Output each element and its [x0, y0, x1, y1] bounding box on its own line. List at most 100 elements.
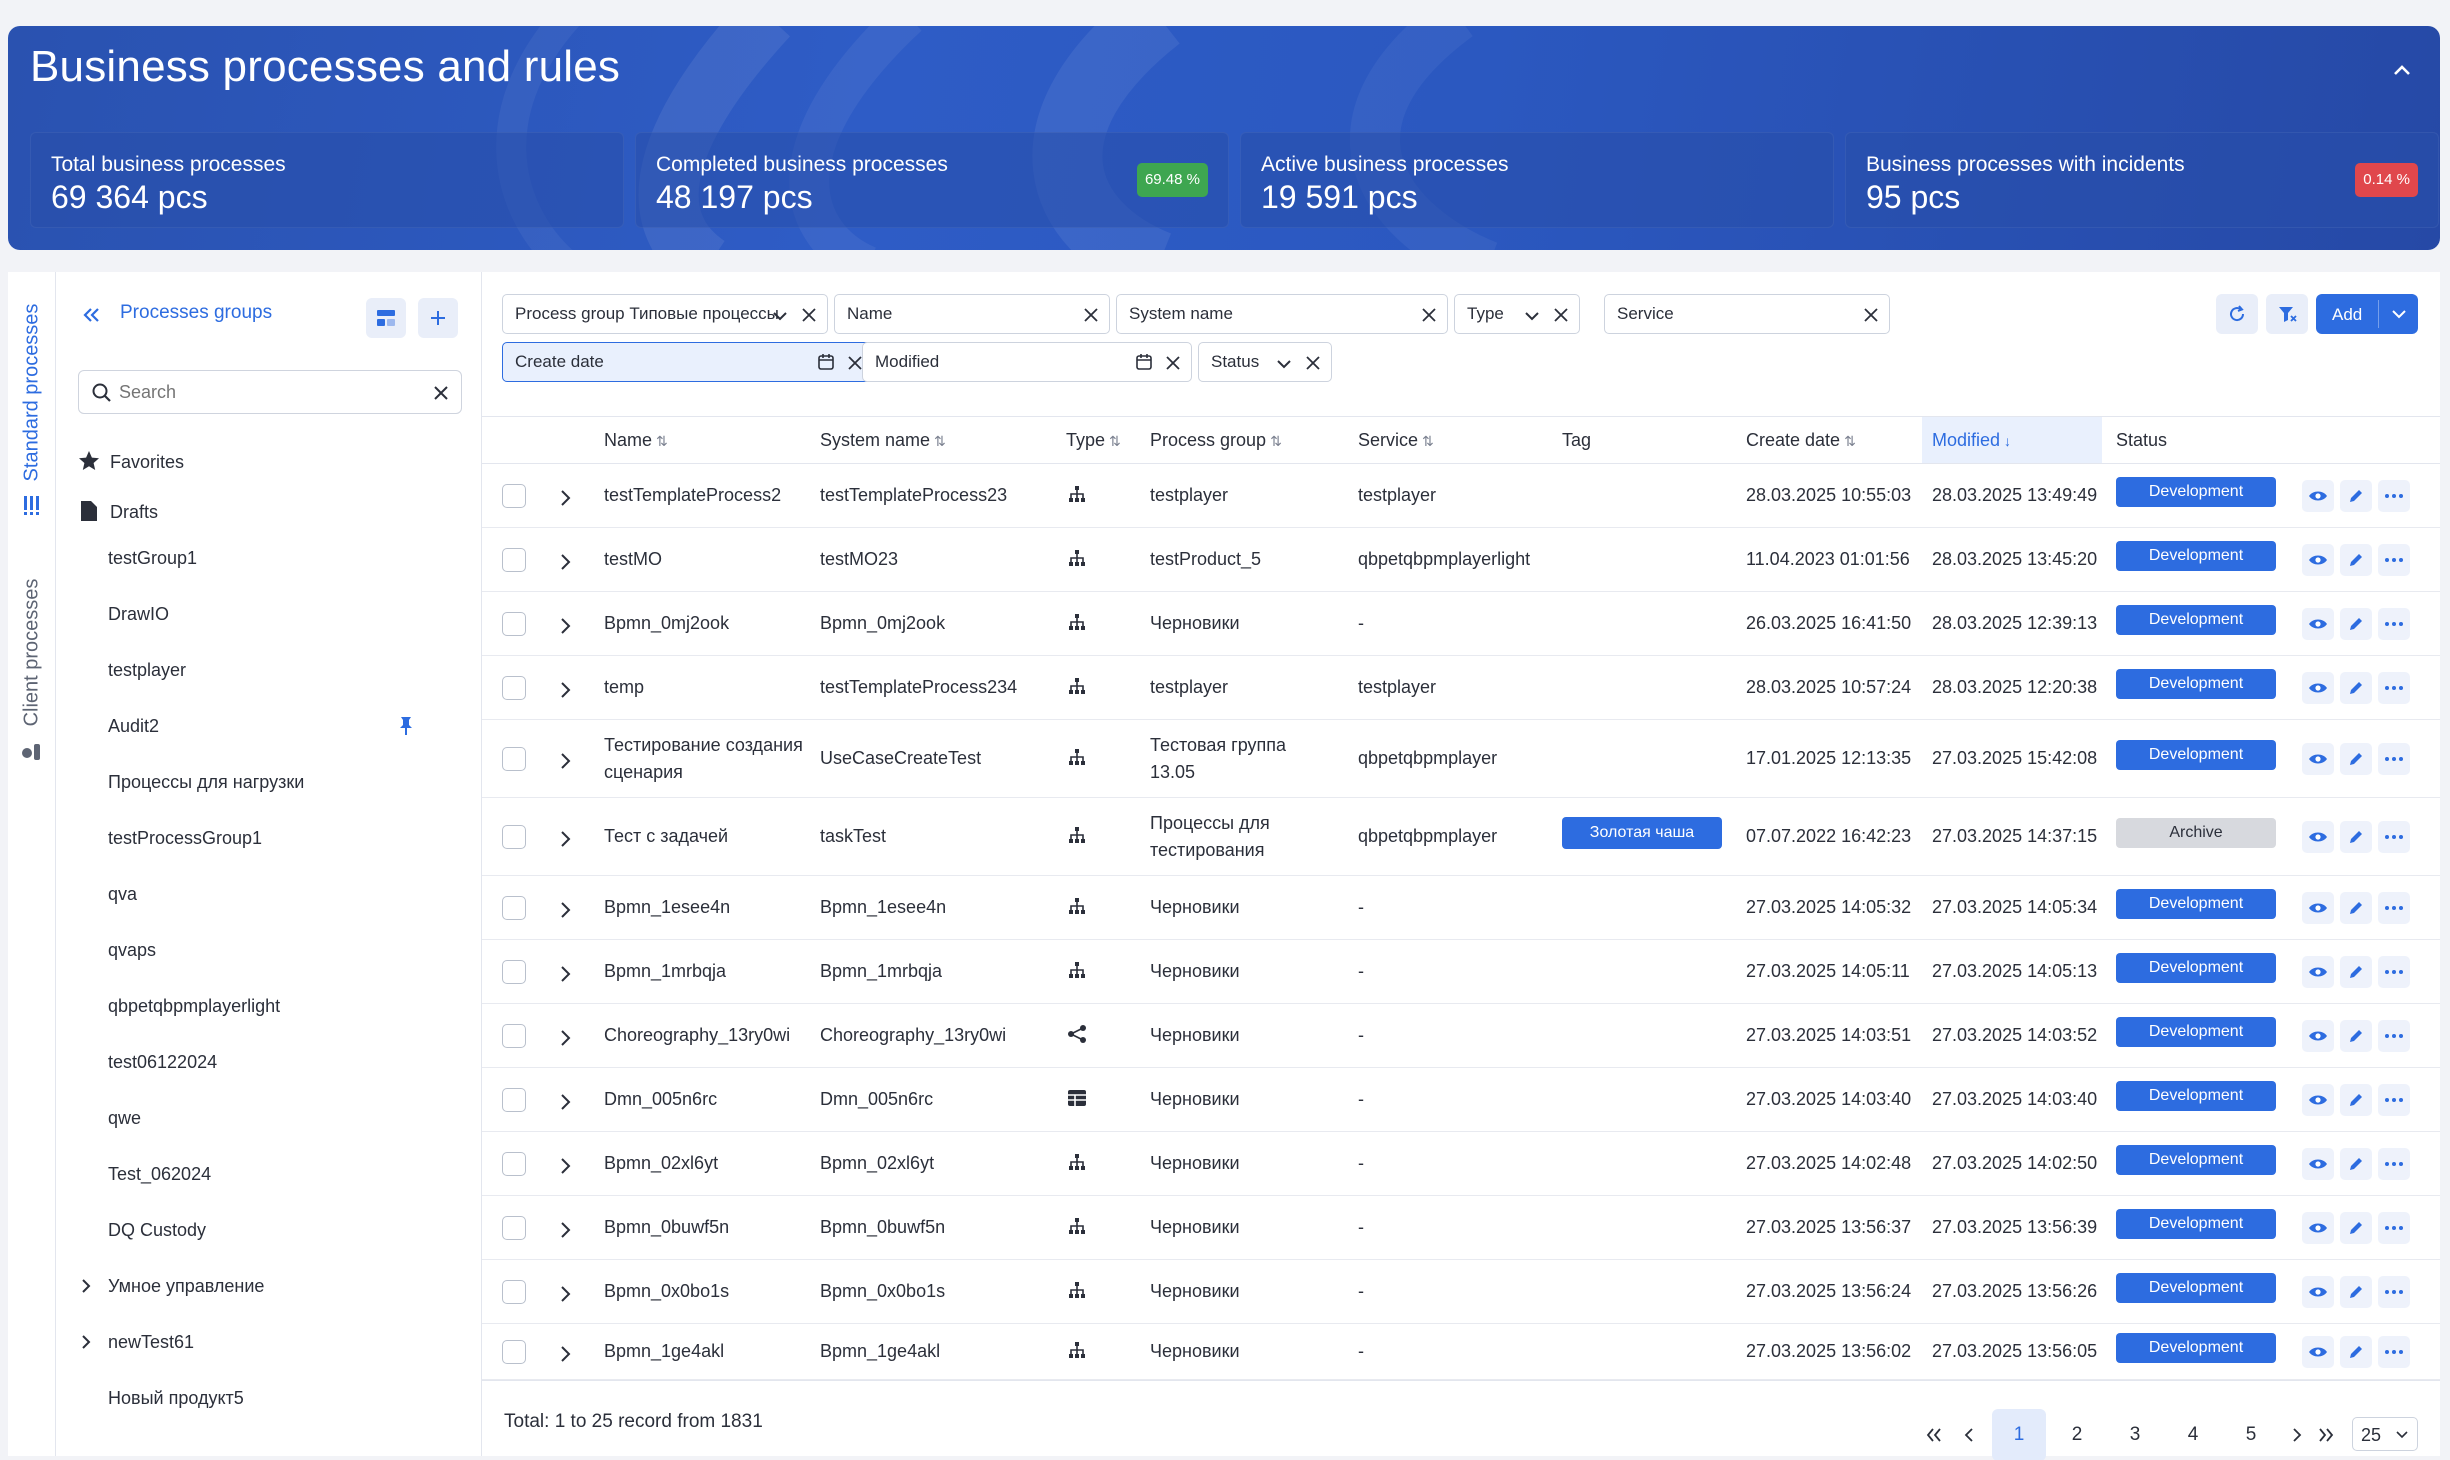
view-button[interactable] [2302, 1148, 2334, 1180]
tab-client-processes[interactable]: Client processes [8, 562, 56, 742]
column-header-name[interactable]: Name ⇅ [604, 417, 668, 463]
row-checkbox[interactable] [502, 1088, 526, 1112]
edit-button[interactable] [2340, 1212, 2372, 1244]
filter-modified[interactable]: Modified [862, 342, 1192, 382]
table-row[interactable]: Choreography_13ry0wi Choreography_13ry0wi… [482, 1004, 2440, 1068]
close-icon[interactable] [847, 355, 863, 371]
page-size-select[interactable]: 25 [2352, 1417, 2418, 1451]
expand-row-icon[interactable] [556, 488, 576, 508]
expand-row-icon[interactable] [556, 616, 576, 636]
expand-row-icon[interactable] [556, 900, 576, 920]
view-button[interactable] [2302, 480, 2334, 512]
process-name[interactable]: Bpmn_0buwf5n [604, 1217, 729, 1238]
row-checkbox[interactable] [502, 484, 526, 508]
page-button[interactable]: 2 [2050, 1409, 2104, 1460]
pin-icon[interactable] [398, 716, 414, 736]
group-drafts[interactable]: Drafts [56, 490, 482, 534]
edit-button[interactable] [2340, 1020, 2372, 1052]
view-button[interactable] [2302, 544, 2334, 576]
group-item[interactable]: qva [56, 872, 482, 916]
first-page-button[interactable] [1924, 1409, 1964, 1460]
more-actions-button[interactable] [2378, 544, 2410, 576]
process-name[interactable]: Bpmn_0x0bo1s [604, 1281, 729, 1302]
view-button[interactable] [2302, 821, 2334, 853]
row-checkbox[interactable] [502, 960, 526, 984]
last-page-button[interactable] [2316, 1409, 2336, 1460]
view-button[interactable] [2302, 743, 2334, 775]
column-header-system-name[interactable]: System name ⇅ [820, 417, 946, 463]
edit-button[interactable] [2340, 608, 2372, 640]
more-actions-button[interactable] [2378, 1212, 2410, 1244]
table-row[interactable]: Bpmn_02xl6yt Bpmn_02xl6yt Черновики - 27.03.… [482, 1132, 2440, 1196]
expand-row-icon[interactable] [556, 1220, 576, 1240]
process-name[interactable]: Bpmn_1esee4n [604, 897, 730, 918]
more-actions-button[interactable] [2378, 608, 2410, 640]
tab-standard-processes[interactable]: Standard processes [8, 292, 56, 492]
process-name[interactable]: testTemplateProcess2 [604, 485, 781, 506]
filter-name[interactable]: Name [834, 294, 1110, 334]
process-name[interactable]: Choreography_13ry0wi [604, 1025, 790, 1046]
edit-button[interactable] [2340, 956, 2372, 988]
view-button[interactable] [2302, 1276, 2334, 1308]
row-checkbox[interactable] [502, 1152, 526, 1176]
row-checkbox[interactable] [502, 612, 526, 636]
more-actions-button[interactable] [2378, 1084, 2410, 1116]
more-actions-button[interactable] [2378, 892, 2410, 924]
process-name[interactable]: Bpmn_1mrbqja [604, 961, 726, 982]
filter-service[interactable]: Service [1604, 294, 1890, 334]
more-actions-button[interactable] [2378, 1020, 2410, 1052]
table-row[interactable]: testTemplateProcess2 testTemplateProcess2… [482, 464, 2440, 528]
table-row[interactable]: Dmn_005n6rc Dmn_005n6rc Черновики - 27.03.20… [482, 1068, 2440, 1132]
row-checkbox[interactable] [502, 896, 526, 920]
close-icon[interactable] [1083, 307, 1099, 323]
group-item[interactable]: Умное управление [56, 1264, 482, 1308]
row-checkbox[interactable] [502, 1216, 526, 1240]
edit-button[interactable] [2340, 1276, 2372, 1308]
group-item[interactable]: DrawIO [56, 592, 482, 636]
filter-system-name[interactable]: System name [1116, 294, 1448, 334]
process-name[interactable]: Тест с задачей [604, 826, 728, 847]
more-actions-button[interactable] [2378, 956, 2410, 988]
table-row[interactable]: testMO testMO23 testProduct_5 qbpetqbpmplay… [482, 528, 2440, 592]
group-search-field[interactable] [78, 370, 462, 414]
edit-button[interactable] [2340, 672, 2372, 704]
group-item[interactable]: Новый продукт5 [56, 1376, 482, 1420]
filter-status[interactable]: Status [1198, 342, 1332, 382]
close-icon[interactable] [1863, 307, 1879, 323]
edit-button[interactable] [2340, 480, 2372, 512]
group-item[interactable]: testGroup1 [56, 536, 482, 580]
table-row[interactable]: Bpmn_1mrbqja Bpmn_1mrbqja Черновики - 27.03.… [482, 940, 2440, 1004]
view-button[interactable] [2302, 608, 2334, 640]
column-header-process-group[interactable]: Process group ⇅ [1150, 417, 1282, 463]
view-button[interactable] [2302, 892, 2334, 924]
clear-filters-button[interactable] [2266, 294, 2308, 334]
expand-row-icon[interactable] [556, 1092, 576, 1112]
view-button[interactable] [2302, 1212, 2334, 1244]
process-name[interactable]: Dmn_005n6rc [604, 1089, 717, 1110]
row-checkbox[interactable] [502, 676, 526, 700]
close-icon[interactable] [1165, 355, 1181, 371]
close-icon[interactable] [1553, 307, 1569, 323]
edit-button[interactable] [2340, 743, 2372, 775]
more-actions-button[interactable] [2378, 480, 2410, 512]
group-favorites[interactable]: Favorites [56, 440, 482, 484]
process-name[interactable]: Bpmn_02xl6yt [604, 1153, 718, 1174]
collapse-banner-button[interactable] [2388, 56, 2416, 84]
table-row[interactable]: temp testTemplateProcess234 testplayer test… [482, 656, 2440, 720]
row-checkbox[interactable] [502, 1340, 526, 1364]
expand-row-icon[interactable] [556, 1028, 576, 1048]
row-checkbox[interactable] [502, 747, 526, 771]
table-row[interactable]: Bpmn_0mj2ook Bpmn_0mj2ook Черновики - 26.03.… [482, 592, 2440, 656]
more-actions-button[interactable] [2378, 672, 2410, 704]
group-item[interactable]: qbpetqbpmplayerlight [56, 984, 482, 1028]
view-button[interactable] [2302, 1084, 2334, 1116]
process-name[interactable]: Bpmn_0mj2ook [604, 613, 729, 634]
more-actions-button[interactable] [2378, 821, 2410, 853]
row-checkbox[interactable] [502, 1024, 526, 1048]
column-header-service[interactable]: Service ⇅ [1358, 417, 1434, 463]
expand-row-icon[interactable] [556, 680, 576, 700]
group-item[interactable]: qwe [56, 1096, 482, 1140]
expand-row-icon[interactable] [556, 751, 576, 771]
row-checkbox[interactable] [502, 548, 526, 572]
process-name[interactable]: Bpmn_1ge4akl [604, 1341, 724, 1362]
